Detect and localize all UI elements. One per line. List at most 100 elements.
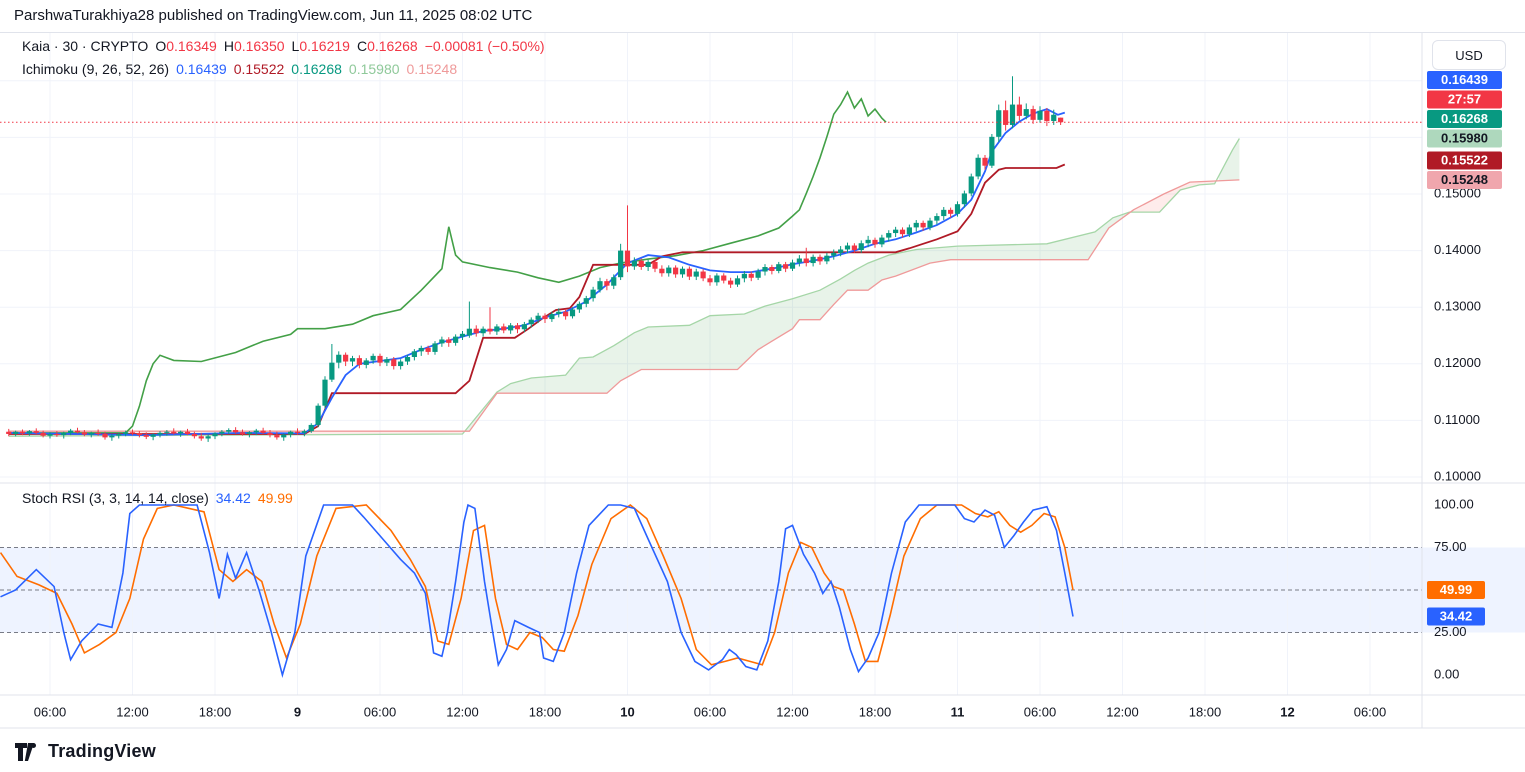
time-axis-label[interactable]: 12:00	[446, 704, 479, 719]
price-axis-label: 0.10000	[1434, 468, 1481, 483]
chart-canvas[interactable]: 0.150000.140000.130000.120000.110000.100…	[0, 0, 1525, 772]
candle-body	[934, 216, 939, 221]
high-label: H0.16350	[224, 38, 285, 54]
candle-body	[6, 432, 11, 434]
candle-body	[721, 276, 726, 281]
time-axis-label[interactable]: 06:00	[1024, 704, 1057, 719]
candle-body	[556, 312, 561, 314]
low-label: L0.16219	[292, 38, 350, 54]
candle-body	[322, 380, 327, 406]
candle-body	[866, 240, 871, 243]
candle-body	[659, 269, 664, 274]
candle-body	[426, 348, 431, 352]
candle-body	[639, 261, 644, 267]
candle-body	[233, 430, 238, 432]
candle-body	[797, 259, 802, 263]
candle-body	[804, 259, 809, 264]
header-separator	[0, 32, 1525, 33]
time-axis-label[interactable]: 18:00	[529, 704, 562, 719]
stoch-axis-label: 75.00	[1434, 539, 1467, 554]
candle-body	[199, 436, 204, 438]
candle-body	[776, 264, 781, 271]
candle-body	[907, 227, 912, 234]
candle-body	[109, 436, 114, 438]
candle-body	[563, 312, 568, 317]
time-axis-label[interactable]: 06:00	[34, 704, 67, 719]
candle-body	[185, 432, 190, 434]
candle-body	[714, 276, 719, 283]
candle-body	[82, 432, 87, 434]
time-axis-label[interactable]: 06:00	[1354, 704, 1387, 719]
candle-body	[742, 274, 747, 279]
candle-body	[584, 298, 589, 304]
candle-body	[831, 253, 836, 256]
time-axis-label[interactable]: 18:00	[1189, 704, 1222, 719]
candle-body	[61, 433, 66, 435]
candle-body	[377, 356, 382, 363]
time-axis-label[interactable]: 12:00	[1106, 704, 1139, 719]
candle-body	[274, 435, 279, 437]
ichimoku-title[interactable]: Ichimoku (9, 26, 52, 26)	[22, 61, 169, 77]
ichimoku-lagging-line	[9, 92, 886, 433]
candle-body	[212, 433, 217, 436]
currency-button[interactable]: USD	[1432, 40, 1506, 70]
candle-body	[144, 435, 149, 437]
candle-body	[673, 268, 678, 275]
time-axis-label[interactable]: 12:00	[116, 704, 149, 719]
candle-body	[845, 246, 850, 250]
candle-body	[371, 356, 376, 361]
candle-body	[508, 325, 513, 330]
time-axis-label[interactable]: 11	[951, 704, 965, 719]
stoch-legend-row[interactable]: Stoch RSI (3, 3, 14, 14, close) 34.42 49…	[22, 490, 293, 506]
candle-body	[398, 362, 403, 367]
candle-body	[859, 243, 864, 250]
candle-body	[27, 431, 32, 433]
open-label: O0.16349	[155, 38, 217, 54]
candle-body	[1044, 111, 1049, 121]
time-axis-label[interactable]: 06:00	[694, 704, 727, 719]
candle-body	[625, 251, 630, 267]
candle-body	[893, 230, 898, 233]
price-badge-text-bar-countdown: 27:57	[1448, 91, 1481, 106]
tradingview-logo[interactable]: TradingView	[14, 741, 156, 762]
time-axis-label[interactable]: 18:00	[199, 704, 232, 719]
candle-body	[192, 434, 197, 436]
candle-body	[391, 359, 396, 366]
candle-body	[130, 432, 135, 433]
time-axis-label[interactable]: 06:00	[364, 704, 397, 719]
candle-body	[914, 223, 919, 228]
time-axis-label[interactable]: 12	[1280, 704, 1294, 719]
price-badge-text-lead-a-price: 0.15980	[1441, 130, 1488, 145]
price-badge-text-base-line-price: 0.15522	[1441, 152, 1488, 167]
candle-body	[295, 432, 300, 433]
price-badge-text-lead-b-price: 0.15248	[1441, 172, 1488, 187]
candle-body	[783, 264, 788, 269]
time-axis-label[interactable]: 9	[294, 704, 301, 719]
candle-body	[1037, 111, 1042, 120]
time-axis-label[interactable]: 12:00	[776, 704, 809, 719]
ichimoku-legend-row[interactable]: Ichimoku (9, 26, 52, 26) 0.16439 0.15522…	[22, 61, 457, 77]
candle-body	[481, 329, 486, 334]
time-axis-label[interactable]: 10	[620, 704, 634, 719]
candle-body	[976, 158, 981, 177]
candle-body	[343, 355, 348, 362]
candle-body	[618, 251, 623, 278]
candle-body	[989, 137, 994, 166]
candle-body	[281, 435, 286, 438]
candle-body	[838, 249, 843, 252]
candle-body	[886, 233, 891, 238]
candle-body	[522, 324, 527, 329]
ichimoku-lead-b-line	[9, 180, 1240, 431]
close-value: 0.16268	[367, 38, 418, 54]
time-axis-label[interactable]: 18:00	[859, 704, 892, 719]
symbol-legend-row[interactable]: Kaia · 30 · CRYPTO O0.16349 H0.16350 L0.…	[22, 38, 545, 54]
candle-body	[769, 267, 774, 271]
candle-body	[432, 343, 437, 351]
high-value: 0.16350	[234, 38, 285, 54]
candle-body	[570, 309, 575, 316]
candle-body	[790, 262, 795, 268]
symbol-title[interactable]: Kaia · 30 · CRYPTO	[22, 38, 148, 54]
candle-body	[316, 406, 321, 425]
stoch-title[interactable]: Stoch RSI (3, 3, 14, 14, close)	[22, 490, 209, 506]
candle-body	[41, 433, 46, 436]
